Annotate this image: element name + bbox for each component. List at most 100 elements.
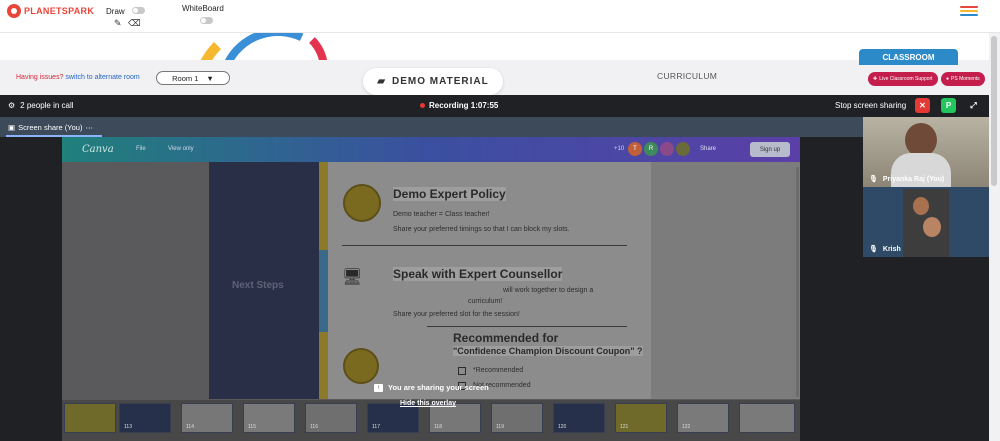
draw-label: Draw — [106, 7, 125, 16]
slide-thumbnail[interactable]: 117 — [367, 403, 419, 433]
canva-frame: Canva File View only +10 T R Share Sign … — [62, 137, 800, 441]
canva-avatar-r: R — [644, 142, 658, 156]
canva-avatar-4 — [676, 142, 690, 156]
screen-icon: ▣ — [8, 123, 16, 132]
hide-overlay-link[interactable]: Hide this overlay — [400, 400, 456, 407]
ps-moments-label: PS Moments — [951, 76, 980, 82]
slide-content: Demo Expert Policy Demo teacher = Class … — [328, 162, 651, 399]
ps-moments-button[interactable]: ● PS Moments — [941, 72, 985, 86]
classroom-tab[interactable]: CLASSROOM — [859, 49, 958, 65]
live-support-label: Live Classroom Support — [879, 76, 933, 82]
issues-text: Having issues? — [16, 74, 64, 81]
participant-face — [923, 217, 941, 237]
mic-icon: 🎙 — [869, 176, 878, 183]
participant-tile-priyanka[interactable]: 🎙 Priyanka Raj (You) — [863, 117, 989, 187]
sharing-overlay-message: ↑ You are sharing your screen — [374, 383, 489, 392]
page-scrollbar[interactable] — [991, 36, 997, 186]
top-toolbar: PLANETSPARK Draw ✎ ⌫ WhiteBoard — [0, 0, 1000, 33]
demo-material-button[interactable]: ▰ DEMO MATERIAL — [363, 68, 503, 95]
canva-file-menu[interactable]: File — [136, 146, 146, 152]
curriculum-tab[interactable]: CURRICULUM — [657, 71, 717, 81]
slide-text-4: curriculum! — [468, 298, 503, 305]
whiteboard-toggle[interactable] — [200, 17, 213, 24]
canva-avatar-3 — [660, 142, 674, 156]
slide-heading-4: "Confidence Champion Discount Coupon" ? — [453, 346, 643, 356]
support-icon: ✚ — [873, 76, 878, 82]
camera-icon: ● — [946, 76, 950, 82]
slide-thumbnail[interactable]: 114 — [181, 403, 233, 433]
participant-name: Krish — [882, 245, 901, 253]
app-root: PLANETSPARK Draw ✎ ⌫ WhiteBoard Having i… — [0, 0, 1000, 441]
participant-tile-krish[interactable]: 🎙 Krish — [863, 187, 989, 257]
slide-text-3: will work together to design a — [503, 287, 594, 294]
classroom-tab-label: CLASSROOM — [882, 52, 935, 62]
p-avatar-button[interactable]: P — [941, 98, 956, 113]
fullscreen-icon[interactable]: ⤢ — [966, 98, 981, 113]
slide-thumbnail[interactable]: 122 — [677, 403, 729, 433]
canva-signup-label: Sign up — [759, 146, 781, 153]
slide-thumbnail[interactable]: 113 — [119, 403, 171, 433]
slide-thumbnail[interactable]: 120 — [553, 403, 605, 433]
shared-screen: Canva File View only +10 T R Share Sign … — [0, 137, 863, 441]
slide-heading-1: Demo Expert Policy — [393, 187, 506, 201]
people-count-text: 2 people in call — [20, 101, 74, 110]
screen-share-tab[interactable]: ▣ Screen share (You) ⋯ — [8, 123, 93, 132]
participant-face — [905, 123, 937, 157]
gear-icon: ⚙ — [8, 101, 16, 110]
recording-indicator: Recording 1:07:55 — [420, 101, 498, 110]
whiteboard-label: WhiteBoard — [182, 4, 224, 13]
live-support-button[interactable]: ✚ Live Classroom Support — [868, 72, 938, 86]
recording-text: Recording 1:07:55 — [429, 101, 499, 110]
screen-share-label: Screen share (You) — [18, 123, 83, 132]
slide-thumbnail[interactable]: 121 — [615, 403, 667, 433]
slide-thumbnail[interactable]: 116 — [305, 403, 357, 433]
slide-thumbnail[interactable]: 115 — [243, 403, 295, 433]
policy-icon — [343, 184, 381, 222]
slide-thumbnail[interactable] — [64, 403, 116, 433]
caret-down-icon: ▼ — [206, 73, 214, 83]
close-share-button[interactable]: ✕ — [915, 98, 930, 113]
participant-name-tag: 🎙 Krish — [869, 245, 901, 254]
slide-stripe-2 — [319, 250, 328, 332]
recommended-checkbox[interactable] — [458, 367, 466, 375]
slide-text-5: Share your preferred slot for the sessio… — [393, 311, 520, 318]
switch-room-link[interactable]: switch to alternate room — [65, 74, 139, 81]
participant-name: Priyanka Raj (You) — [882, 175, 945, 183]
eraser-icon[interactable]: ⌫ — [128, 19, 141, 28]
stop-screen-sharing-label[interactable]: Stop screen sharing — [835, 101, 906, 110]
slide-thumbnail[interactable] — [739, 403, 795, 433]
draw-toggle[interactable] — [132, 7, 145, 14]
people-count[interactable]: ⚙ 2 people in call — [8, 101, 74, 110]
counsellor-icon: 🖥 — [342, 269, 363, 286]
slide-nav-panel: Next Steps — [209, 162, 319, 399]
canva-logo: Canva — [82, 144, 114, 155]
canva-collab-count: +10 — [614, 146, 625, 152]
folder-icon: ▰ — [377, 76, 386, 87]
slide-stripe-1 — [319, 162, 328, 250]
canva-signup-button[interactable]: Sign up — [750, 142, 790, 157]
canva-share-button[interactable]: Share — [700, 146, 716, 152]
screen-share-bar: ▣ Screen share (You) ⋯ — [0, 117, 863, 137]
slide-text-2: Share your preferred timings so that I c… — [393, 226, 570, 233]
slide-thumbnail[interactable]: 119 — [491, 403, 543, 433]
slide-divider-1 — [342, 245, 627, 246]
participant-name-tag: 🎙 Priyanka Raj (You) — [869, 175, 945, 184]
coupon-icon — [343, 348, 379, 384]
demo-material-label: DEMO MATERIAL — [392, 76, 489, 87]
canva-avatar-t: T — [628, 142, 642, 156]
room-select-value: Room 1 — [172, 73, 199, 83]
participant-face — [913, 197, 929, 215]
slide-thumbnail[interactable]: 118 — [429, 403, 481, 433]
issues-line: Having issues? switch to alternate room — [16, 74, 140, 81]
planetspark-logo-icon — [7, 4, 21, 18]
meet-window: ⚙ 2 people in call Recording 1:07:55 Sto… — [0, 95, 989, 441]
more-options-icon[interactable]: ⋯ — [85, 123, 93, 132]
slide-scrollbar[interactable] — [796, 167, 799, 397]
pencil-icon[interactable]: ✎ — [114, 19, 122, 28]
recording-dot-icon — [420, 103, 425, 108]
hamburger-menu-icon[interactable] — [960, 6, 978, 18]
slide-heading-2: Speak with Expert Counsellor — [393, 267, 563, 281]
slide-heading-3: Recommended for — [453, 331, 559, 345]
brand-name: PLANETSPARK — [24, 6, 95, 16]
room-select[interactable]: Room 1 ▼ — [156, 71, 230, 85]
